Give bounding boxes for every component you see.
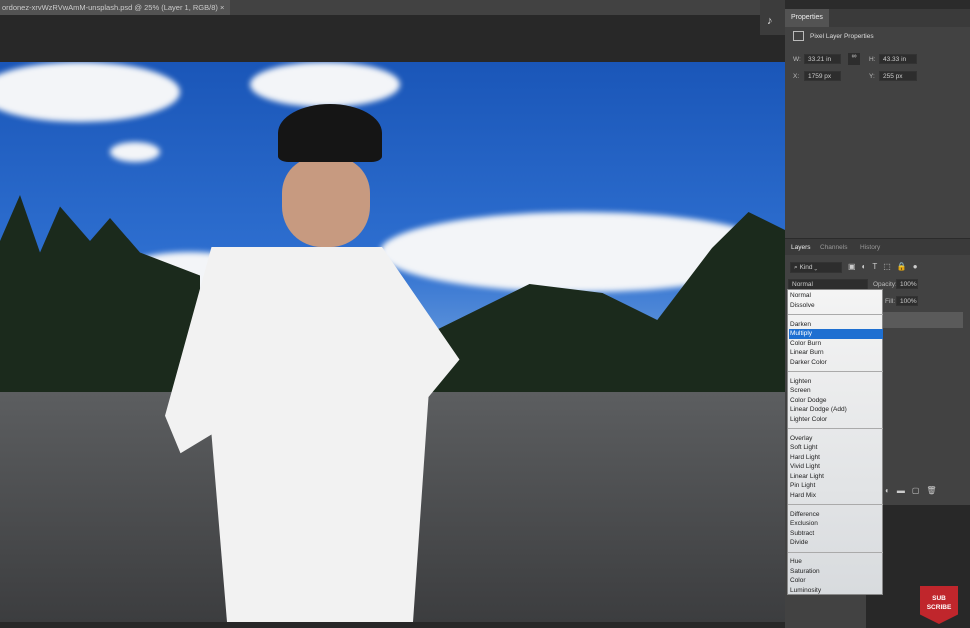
layer-filter-select[interactable]: ⌕ Kind ⌄	[790, 262, 842, 273]
filter-value: Kind	[799, 264, 813, 271]
h-label: H:	[869, 56, 876, 63]
fill-label: Fill:	[885, 298, 896, 305]
blend-option-hue[interactable]: Hue	[789, 557, 883, 567]
blend-option-hard-mix[interactable]: Hard Mix	[789, 491, 883, 501]
blend-option-hard-light[interactable]: Hard Light	[789, 453, 883, 463]
blend-option-difference[interactable]: Difference	[789, 510, 883, 520]
tab-properties[interactable]: Properties	[785, 9, 829, 27]
blend-option-dissolve[interactable]: Dissolve	[789, 301, 883, 311]
w-label: W:	[793, 56, 801, 63]
x-label: X:	[793, 73, 800, 80]
menu-separator	[788, 371, 883, 372]
document-title: ordonez-xrvWzRVwAmM-unsplash.psd @ 25% (…	[2, 3, 218, 12]
blend-option-luminosity[interactable]: Luminosity	[789, 586, 883, 596]
tab-layers[interactable]: Layers	[791, 244, 811, 251]
opacity-label: Opacity:	[873, 281, 897, 288]
blend-option-color[interactable]: Color	[789, 576, 883, 586]
pixel-layer-icon	[793, 31, 804, 41]
blend-option-subtract[interactable]: Subtract	[789, 529, 883, 539]
blend-option-overlay[interactable]: Overlay	[789, 434, 883, 444]
image-canvas[interactable]	[0, 62, 785, 622]
y-field[interactable]: 255 px	[879, 71, 917, 81]
tab-channels[interactable]: Channels	[820, 244, 847, 251]
blend-option-darken[interactable]: Darken	[789, 320, 883, 330]
panel-icon-strip: ♪	[760, 0, 785, 35]
blend-option-exclusion[interactable]: Exclusion	[789, 519, 883, 529]
tab-history[interactable]: History	[860, 244, 880, 251]
blend-option-linear-burn[interactable]: Linear Burn	[789, 348, 883, 358]
blend-option-multiply[interactable]: Multiply	[789, 329, 883, 339]
width-field[interactable]: 33.21 in	[804, 54, 841, 64]
blend-option-saturation[interactable]: Saturation	[789, 567, 883, 577]
person-head	[282, 157, 370, 247]
blend-option-soft-light[interactable]: Soft Light	[789, 443, 883, 453]
blend-option-linear-light[interactable]: Linear Light	[789, 472, 883, 482]
menu-separator	[788, 428, 883, 429]
blend-option-darker-color[interactable]: Darker Color	[789, 358, 883, 368]
blend-option-lighter-color[interactable]: Lighter Color	[789, 415, 883, 425]
link-icon[interactable]: ∞	[848, 53, 860, 65]
blend-option-color-burn[interactable]: Color Burn	[789, 339, 883, 349]
document-tab-bar: ordonez-xrvWzRVwAmM-unsplash.psd @ 25% (…	[0, 0, 760, 15]
blend-option-screen[interactable]: Screen	[789, 386, 883, 396]
blend-option-lighten[interactable]: Lighten	[789, 377, 883, 387]
height-field[interactable]: 43.33 in	[879, 54, 917, 64]
menu-separator	[788, 314, 883, 315]
blend-mode-menu[interactable]: Normal Dissolve Darken Multiply Color Burn Li…	[787, 289, 883, 595]
layer-row-selected[interactable]	[880, 312, 963, 328]
filter-icons[interactable]: ▣◐T⬚🔒●	[848, 262, 924, 271]
history-brush-icon[interactable]: ♪	[767, 15, 778, 29]
section-title: Pixel Layer Properties	[810, 33, 874, 40]
opacity-field[interactable]: 100%	[896, 279, 918, 289]
x-field[interactable]: 1759 px	[804, 71, 841, 81]
blend-option-pin-light[interactable]: Pin Light	[789, 481, 883, 491]
badge-line2: SCRIBE	[926, 604, 952, 611]
menu-separator	[788, 551, 883, 553]
layer-actions[interactable]: ◐▬▢🗑	[885, 486, 944, 495]
blend-option-linear-dodge-add[interactable]: Linear Dodge (Add)	[789, 405, 883, 415]
close-tab-icon[interactable]: ×	[220, 3, 224, 12]
document-tab[interactable]: ordonez-xrvWzRVwAmM-unsplash.psd @ 25% (…	[0, 0, 231, 15]
pasteboard	[0, 15, 785, 62]
y-label: Y:	[869, 73, 875, 80]
person-cap	[278, 104, 382, 162]
blend-option-divide[interactable]: Divide	[789, 538, 883, 548]
badge-line1: SUB	[932, 595, 946, 602]
blend-option-normal[interactable]: Normal	[789, 291, 883, 301]
blend-option-vivid-light[interactable]: Vivid Light	[789, 462, 883, 472]
blend-mode-value: Normal	[792, 281, 813, 288]
fill-field[interactable]: 100%	[896, 296, 918, 306]
menu-separator	[788, 504, 883, 505]
blend-option-color-dodge[interactable]: Color Dodge	[789, 396, 883, 406]
